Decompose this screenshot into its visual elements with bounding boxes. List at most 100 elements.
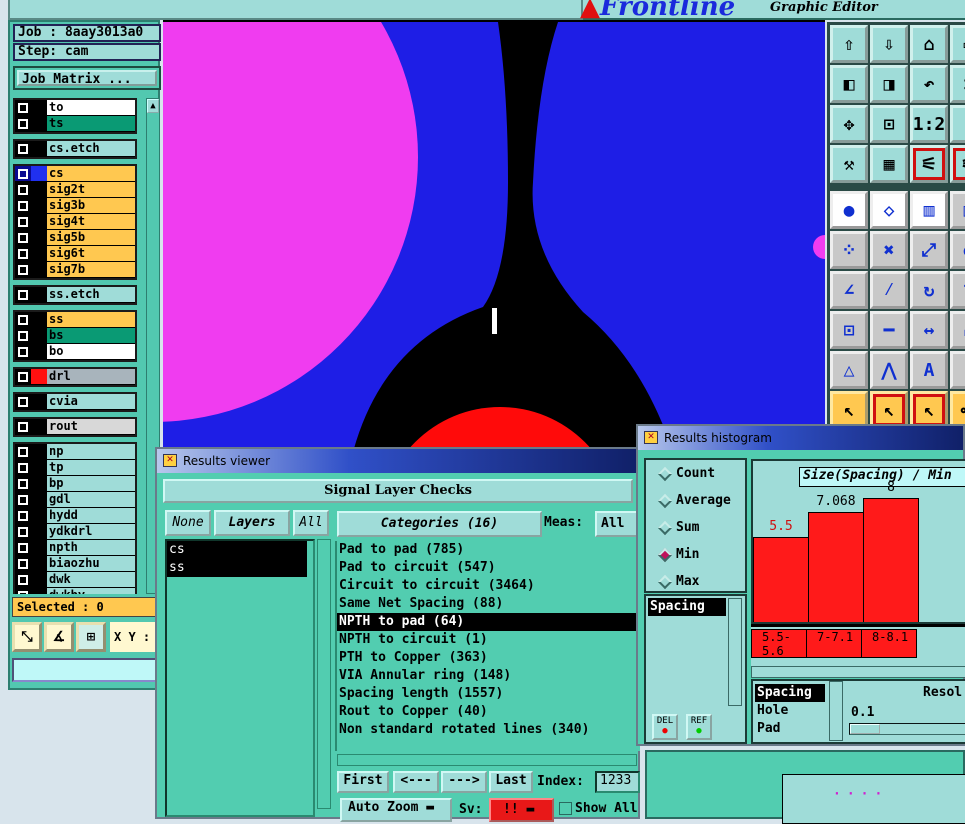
- grid-view-button[interactable]: ⊞: [76, 622, 106, 652]
- list-item[interactable]: cs: [167, 541, 307, 559]
- layer-row[interactable]: cs: [15, 166, 135, 182]
- list-item[interactable]: Spacing: [648, 598, 726, 616]
- layer-row[interactable]: cs.etch: [15, 141, 135, 157]
- layer-name[interactable]: sig4t: [47, 214, 135, 229]
- save-tool-button[interactable]: ⇩: [870, 25, 908, 63]
- layer-color-swatch[interactable]: [31, 328, 47, 343]
- tools-tool-button[interactable]: ⚒: [830, 145, 868, 183]
- prev-button[interactable]: <---: [393, 771, 439, 793]
- arc3-tool-button[interactable]: ∧: [950, 351, 965, 389]
- first-button[interactable]: First: [337, 771, 389, 793]
- drc-tool-button[interactable]: ⚟: [910, 145, 948, 183]
- layer-color-swatch[interactable]: [31, 344, 47, 359]
- layer-color-swatch[interactable]: [31, 198, 47, 213]
- layer-checkbox[interactable]: [15, 198, 31, 213]
- measure-list[interactable]: Spacing: [648, 598, 726, 698]
- layer-checkbox[interactable]: [15, 262, 31, 277]
- graphic-canvas[interactable]: [163, 20, 825, 450]
- list-item[interactable]: PTH to Copper (363): [337, 649, 640, 667]
- layer-row[interactable]: tp: [15, 460, 135, 476]
- clip-tool-button[interactable]: ▣: [950, 191, 965, 229]
- layer-name[interactable]: hydd: [47, 508, 135, 523]
- index-input[interactable]: 1233: [595, 771, 640, 793]
- results-viewer-titlebar[interactable]: ✕ Results viewer: [157, 449, 638, 473]
- histogram-hscrollbar[interactable]: [751, 666, 965, 678]
- next-button[interactable]: --->: [441, 771, 487, 793]
- layer-checkbox[interactable]: [15, 328, 31, 343]
- list-item[interactable]: Pad to circuit (547): [337, 559, 640, 577]
- layer-row[interactable]: sig6t: [15, 246, 135, 262]
- layer-name[interactable]: sig7b: [47, 262, 135, 277]
- layer-name[interactable]: sig3b: [47, 198, 135, 213]
- results-histogram-titlebar[interactable]: ✕ Results histogram: [638, 426, 963, 450]
- zoom-box-button[interactable]: ⤡: [12, 622, 42, 652]
- move-tool-button[interactable]: ⤢: [910, 231, 948, 269]
- last-button[interactable]: Last: [489, 771, 533, 793]
- layer-color-swatch[interactable]: [31, 572, 47, 587]
- rotate-tool-button[interactable]: ↻: [910, 271, 948, 309]
- cross-tool-button[interactable]: ✖: [870, 231, 908, 269]
- layer-checkbox[interactable]: [15, 116, 31, 131]
- layer-name[interactable]: sig6t: [47, 246, 135, 261]
- layer-checkbox[interactable]: [15, 141, 31, 156]
- none-button[interactable]: None: [165, 510, 211, 536]
- command-input[interactable]: [12, 658, 160, 682]
- layer-row[interactable]: dwkby: [15, 588, 135, 594]
- layer-name[interactable]: biaozhu: [47, 556, 135, 571]
- layer-checkbox[interactable]: [15, 312, 31, 327]
- list-item[interactable]: Circuit to circuit (3464): [337, 577, 640, 595]
- histogram-bar[interactable]: [863, 497, 919, 622]
- layer-row[interactable]: bo: [15, 344, 135, 360]
- list-item[interactable]: NPTH to circuit (1): [337, 631, 640, 649]
- layer-name[interactable]: ydkdrl: [47, 524, 135, 539]
- list-item[interactable]: Hole: [755, 702, 825, 720]
- layer-name[interactable]: np: [47, 444, 135, 459]
- layer-checkbox[interactable]: [15, 588, 31, 594]
- layer-name[interactable]: npth: [47, 540, 135, 555]
- layer-row[interactable]: gdl: [15, 492, 135, 508]
- layer-color-swatch[interactable]: [31, 508, 47, 523]
- fit-tool-button[interactable]: ✥: [830, 105, 868, 143]
- layer-checkbox[interactable]: [15, 369, 31, 384]
- layer-checkbox[interactable]: [15, 419, 31, 434]
- arc2-tool-button[interactable]: A: [910, 351, 948, 389]
- list-item[interactable]: VIA Annular ring (148): [337, 667, 640, 685]
- layer-row[interactable]: sig5b: [15, 230, 135, 246]
- layer-name[interactable]: cvia: [47, 394, 135, 409]
- layer-color-swatch[interactable]: [31, 369, 47, 384]
- layer-name[interactable]: gdl: [47, 492, 135, 507]
- layer-checkbox[interactable]: [15, 230, 31, 245]
- layer-row[interactable]: bp: [15, 476, 135, 492]
- move-pad-tool-button[interactable]: ⊡: [830, 311, 868, 349]
- layer-row[interactable]: sig2t: [15, 182, 135, 198]
- mode-radio-max[interactable]: Max: [657, 574, 699, 589]
- layer-checkbox[interactable]: [15, 508, 31, 523]
- layer-row[interactable]: ts: [15, 116, 135, 132]
- meas-select[interactable]: All: [595, 511, 640, 537]
- layer-row[interactable]: ss.etch: [15, 287, 135, 303]
- route-tool-button[interactable]: ⊤: [950, 271, 965, 309]
- layer-name[interactable]: sig5b: [47, 230, 135, 245]
- ref-button[interactable]: REF ●: [686, 714, 712, 740]
- layer-name[interactable]: ss.etch: [47, 287, 135, 302]
- select-area-tool-button[interactable]: ◇: [870, 191, 908, 229]
- layer-name[interactable]: cs.etch: [47, 141, 135, 156]
- layer-color-swatch[interactable]: [31, 312, 47, 327]
- layer-color-swatch[interactable]: [31, 556, 47, 571]
- layer-checkbox[interactable]: [15, 246, 31, 261]
- layer-row[interactable]: drl: [15, 369, 135, 385]
- layer-name[interactable]: rout: [47, 419, 135, 434]
- measure-angle-button[interactable]: ∡: [44, 622, 74, 652]
- split-tool-button[interactable]: ━: [870, 311, 908, 349]
- layer-name[interactable]: dwk: [47, 572, 135, 587]
- triangle-tool-button[interactable]: △: [830, 351, 868, 389]
- layer-checkbox[interactable]: [15, 394, 31, 409]
- layer-color-swatch[interactable]: [31, 394, 47, 409]
- window-tool-button[interactable]: ▭: [950, 25, 965, 63]
- layer-name[interactable]: bo: [47, 344, 135, 359]
- layer-row[interactable]: ydkdrl: [15, 524, 135, 540]
- grid-tool-button[interactable]: ▦: [870, 145, 908, 183]
- list-item[interactable]: ss: [167, 559, 307, 577]
- line-tool-button[interactable]: ⁄: [870, 271, 908, 309]
- layer-row[interactable]: sig4t: [15, 214, 135, 230]
